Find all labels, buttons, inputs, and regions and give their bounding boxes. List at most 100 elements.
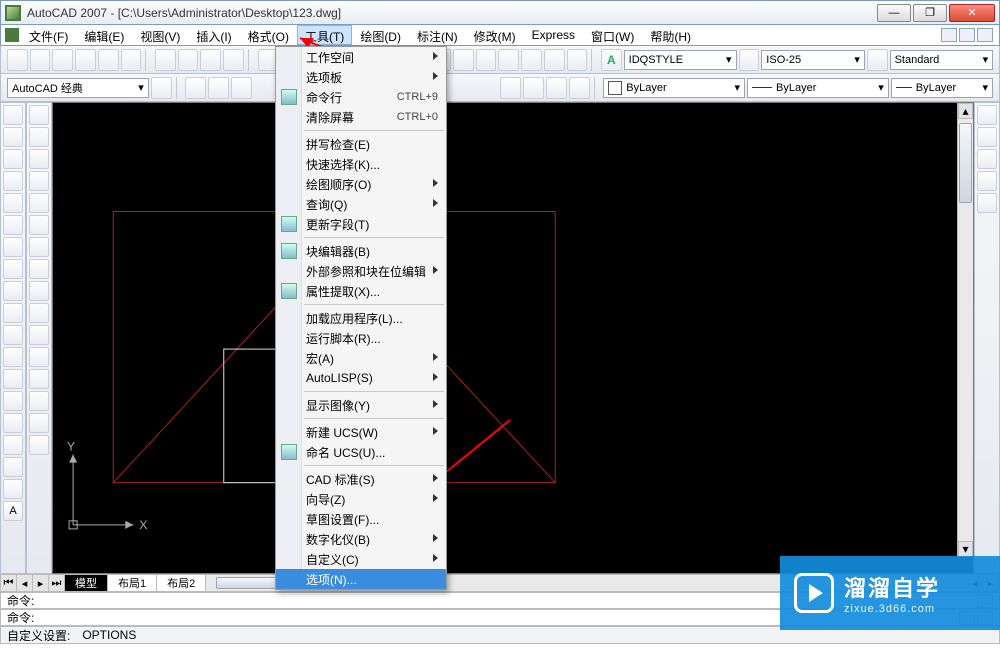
layer-states-icon[interactable] <box>231 77 252 99</box>
dimstyle2-combo[interactable]: ISO-25▾ <box>761 50 865 70</box>
ws-settings-icon[interactable] <box>151 77 172 99</box>
line-icon[interactable] <box>3 105 23 125</box>
offset-icon[interactable] <box>29 171 49 191</box>
tool-palette-icon[interactable] <box>476 49 497 71</box>
mdi-minimize[interactable] <box>941 28 957 42</box>
copy-icon[interactable] <box>178 49 199 71</box>
tools-menu-item[interactable]: 显示图像(Y) <box>276 395 446 415</box>
lineweight-combo[interactable]: ByLayer▾ <box>891 78 993 98</box>
menu-help[interactable]: 帮助(H) <box>642 25 699 45</box>
tools-menu-item[interactable]: 选项(N)... <box>276 569 446 589</box>
area-icon[interactable] <box>977 127 997 147</box>
tools-menu-item[interactable]: 自定义(C) <box>276 549 446 569</box>
tools-menu-item[interactable]: 宏(A) <box>276 348 446 368</box>
mtext-icon[interactable]: A <box>3 501 23 521</box>
mirror-icon[interactable] <box>29 149 49 169</box>
hatch-icon[interactable] <box>3 413 23 433</box>
layer-lock-icon[interactable] <box>546 77 567 99</box>
ellipse-arc-icon[interactable] <box>3 325 23 345</box>
spline-icon[interactable] <box>3 281 23 301</box>
save-icon[interactable] <box>52 49 73 71</box>
textstyle-icon[interactable] <box>867 49 888 71</box>
tools-menu-item[interactable]: 清除屏幕CTRL+0 <box>276 107 446 127</box>
move-icon[interactable] <box>29 215 49 235</box>
tools-menu-item[interactable]: 向导(Z) <box>276 489 446 509</box>
menu-express[interactable]: Express <box>524 25 583 45</box>
dim-icon[interactable] <box>739 49 760 71</box>
sheet-set-icon[interactable] <box>498 49 519 71</box>
publish-icon[interactable] <box>121 49 142 71</box>
tools-menu-item[interactable]: 更新字段(T) <box>276 214 446 234</box>
tools-menu-item[interactable]: 命令行CTRL+9 <box>276 87 446 107</box>
tools-menu-item[interactable]: CAD 标准(S) <box>276 469 446 489</box>
tools-menu-item[interactable]: 拼写检查(E) <box>276 134 446 154</box>
tools-menu-item[interactable]: 工作空间 <box>276 47 446 67</box>
preview-icon[interactable] <box>98 49 119 71</box>
arc-icon[interactable] <box>3 215 23 235</box>
help-icon[interactable] <box>567 49 588 71</box>
insert-block-icon[interactable] <box>3 347 23 367</box>
layer-prev-icon[interactable] <box>208 77 229 99</box>
tools-menu-item[interactable]: 绘图顺序(O) <box>276 174 446 194</box>
maximize-button[interactable]: ❐ <box>913 4 947 22</box>
tab-layout1[interactable]: 布局1 <box>108 575 157 591</box>
layer-unlock-icon[interactable] <box>569 77 590 99</box>
tools-menu-item[interactable]: 运行脚本(R)... <box>276 328 446 348</box>
dimstyle-btn[interactable]: A <box>601 49 622 71</box>
rect-icon[interactable] <box>3 193 23 213</box>
menu-window[interactable]: 窗口(W) <box>583 25 642 45</box>
make-block-icon[interactable] <box>3 369 23 389</box>
tools-menu-item[interactable]: 块编辑器(B) <box>276 241 446 261</box>
tools-menu-item[interactable]: 查询(Q) <box>276 194 446 214</box>
fillet-icon[interactable] <box>29 413 49 433</box>
tab-model[interactable]: 模型 <box>65 575 108 591</box>
tab-first-icon[interactable]: ⏮ <box>1 575 17 591</box>
dist-icon[interactable] <box>977 105 997 125</box>
menu-view[interactable]: 视图(V) <box>132 25 188 45</box>
markup-icon[interactable] <box>521 49 542 71</box>
mdi-close[interactable] <box>977 28 993 42</box>
stretch-icon[interactable] <box>29 281 49 301</box>
workspace-combo[interactable]: AutoCAD 经典▾ <box>7 78 149 98</box>
paste-icon[interactable] <box>200 49 221 71</box>
erase-icon[interactable] <box>29 105 49 125</box>
layer-mgr-icon[interactable] <box>185 77 206 99</box>
layer-freeze-icon[interactable] <box>500 77 521 99</box>
explode-icon[interactable] <box>29 435 49 455</box>
cut-icon[interactable] <box>155 49 176 71</box>
tools-menu-item[interactable]: 选项板 <box>276 67 446 87</box>
trim-icon[interactable] <box>29 303 49 323</box>
polygon-icon[interactable] <box>3 171 23 191</box>
tools-menu-item[interactable]: 外部参照和块在位编辑 <box>276 261 446 281</box>
tools-menu-item[interactable]: 新建 UCS(W) <box>276 422 446 442</box>
point-icon[interactable] <box>3 391 23 411</box>
list-icon[interactable] <box>977 171 997 191</box>
tools-menu-item[interactable]: AutoLISP(S) <box>276 368 446 388</box>
table-icon[interactable] <box>3 479 23 499</box>
tab-prev-icon[interactable]: ◂ <box>17 575 33 591</box>
mdi-restore[interactable] <box>959 28 975 42</box>
break-icon[interactable] <box>29 347 49 367</box>
menu-modify[interactable]: 修改(M) <box>466 25 524 45</box>
pline-icon[interactable] <box>3 149 23 169</box>
xline-icon[interactable] <box>3 127 23 147</box>
tools-menu-item[interactable]: 属性提取(X)... <box>276 281 446 301</box>
extend-icon[interactable] <box>29 325 49 345</box>
minimize-button[interactable]: — <box>877 4 911 22</box>
tab-next-icon[interactable]: ▸ <box>33 575 49 591</box>
open-icon[interactable] <box>30 49 51 71</box>
close-button[interactable]: ✕ <box>949 4 995 22</box>
region-props-icon[interactable] <box>977 149 997 169</box>
calc2-icon[interactable] <box>544 49 565 71</box>
revcloud-icon[interactable] <box>3 259 23 279</box>
matchprop-icon[interactable] <box>223 49 244 71</box>
rotate-icon[interactable] <box>29 237 49 257</box>
region-icon[interactable] <box>3 457 23 477</box>
gradient-icon[interactable] <box>3 435 23 455</box>
tools-menu-item[interactable]: 草图设置(F)... <box>276 509 446 529</box>
vscroll-thumb[interactable] <box>959 123 972 203</box>
tab-layout2[interactable]: 布局2 <box>157 575 206 591</box>
plot-icon[interactable] <box>75 49 96 71</box>
tools-menu-item[interactable]: 命名 UCS(U)... <box>276 442 446 462</box>
tab-last-icon[interactable]: ⏭ <box>49 575 65 591</box>
